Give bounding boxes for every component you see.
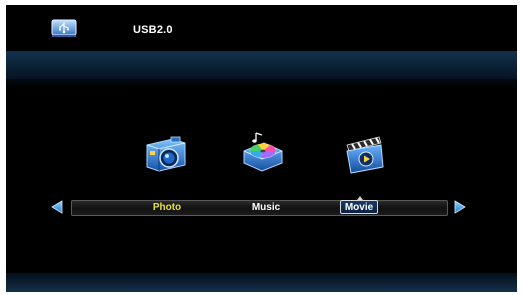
clapperboard-icon[interactable] (341, 129, 387, 175)
menu-item-photo[interactable]: Photo (149, 202, 185, 214)
top-bar: USB2.0 (6, 5, 517, 51)
arrow-right-icon[interactable] (453, 200, 467, 214)
header-band (6, 51, 517, 79)
music-player-icon[interactable] (240, 129, 286, 175)
arrow-left-icon[interactable] (50, 200, 64, 214)
menu-item-movie[interactable]: Movie (340, 200, 378, 214)
header-band-fade (6, 79, 517, 89)
source-label: USB2.0 (133, 24, 173, 36)
usb-drive-icon (51, 19, 77, 37)
menu-item-music[interactable]: Music (248, 202, 284, 214)
media-screen: USB2.0 Photo Music Movie (6, 5, 517, 292)
footer-band (6, 273, 517, 292)
camera-icon[interactable] (143, 131, 189, 177)
